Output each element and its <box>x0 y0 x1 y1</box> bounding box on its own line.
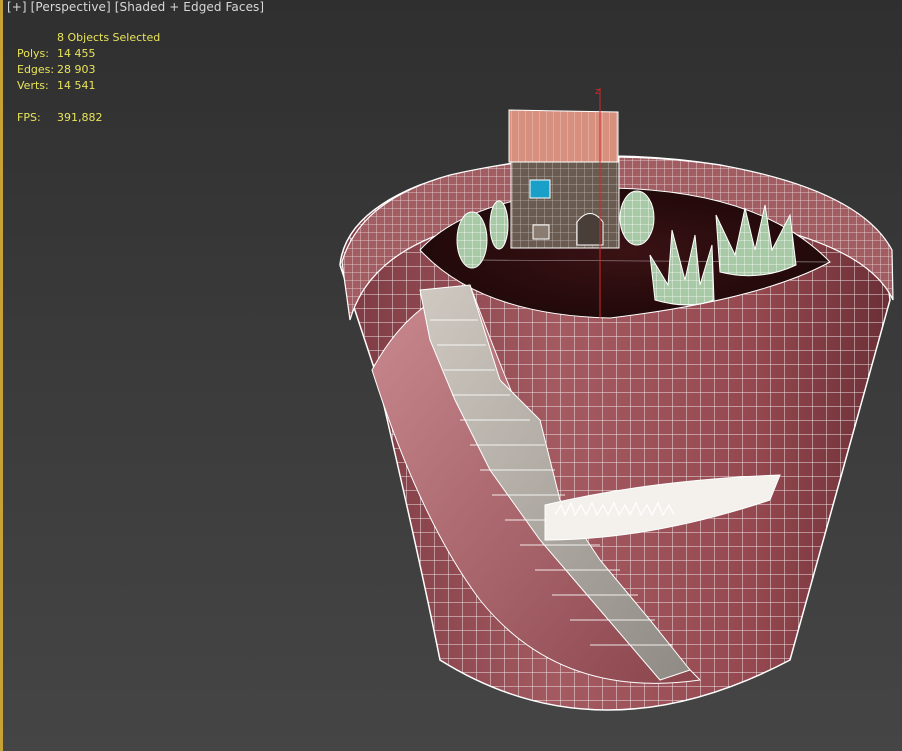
plant-cypress-right[interactable] <box>619 190 655 246</box>
svg-text:z: z <box>595 87 600 97</box>
house-door <box>576 213 604 246</box>
selection-count-text: 8 Objects Selected <box>57 31 161 44</box>
perspective-viewport[interactable]: z [+] [Perspective] [Shaded + Edged Face… <box>0 0 902 751</box>
verts-value: 14 541 <box>57 79 96 92</box>
miniature-house[interactable] <box>508 109 620 249</box>
edges-label: Edges: <box>17 63 55 76</box>
edges-value: 28 903 <box>57 63 96 76</box>
viewport-statistics: 8 Objects Selected Polys: 14 455 Edges: … <box>17 30 160 126</box>
fps-stat: FPS: 391,882 <box>17 110 160 126</box>
polys-label: Polys: <box>17 47 49 60</box>
fps-label: FPS: <box>17 111 41 124</box>
house-well <box>532 224 550 240</box>
plant-cypress-small[interactable] <box>489 200 509 250</box>
viewport-label-menu: [+] [Perspective] [Shaded + Edged Faces] <box>7 0 264 14</box>
polys-stat: Polys: 14 455 <box>17 46 160 62</box>
house-window <box>529 179 551 199</box>
selection-count: 8 Objects Selected <box>17 30 160 46</box>
plant-cypress-left[interactable] <box>456 211 488 269</box>
edges-stat: Edges: 28 903 <box>17 62 160 78</box>
viewport-general-menu[interactable]: [+] <box>7 0 27 14</box>
verts-label: Verts: <box>17 79 49 92</box>
fps-value: 391,882 <box>57 111 103 124</box>
viewport-shading-menu[interactable]: [Shaded + Edged Faces] <box>115 0 264 14</box>
verts-stat: Verts: 14 541 <box>17 78 160 94</box>
viewport-point-of-view-menu[interactable]: [Perspective] <box>31 0 111 14</box>
polys-value: 14 455 <box>57 47 96 60</box>
